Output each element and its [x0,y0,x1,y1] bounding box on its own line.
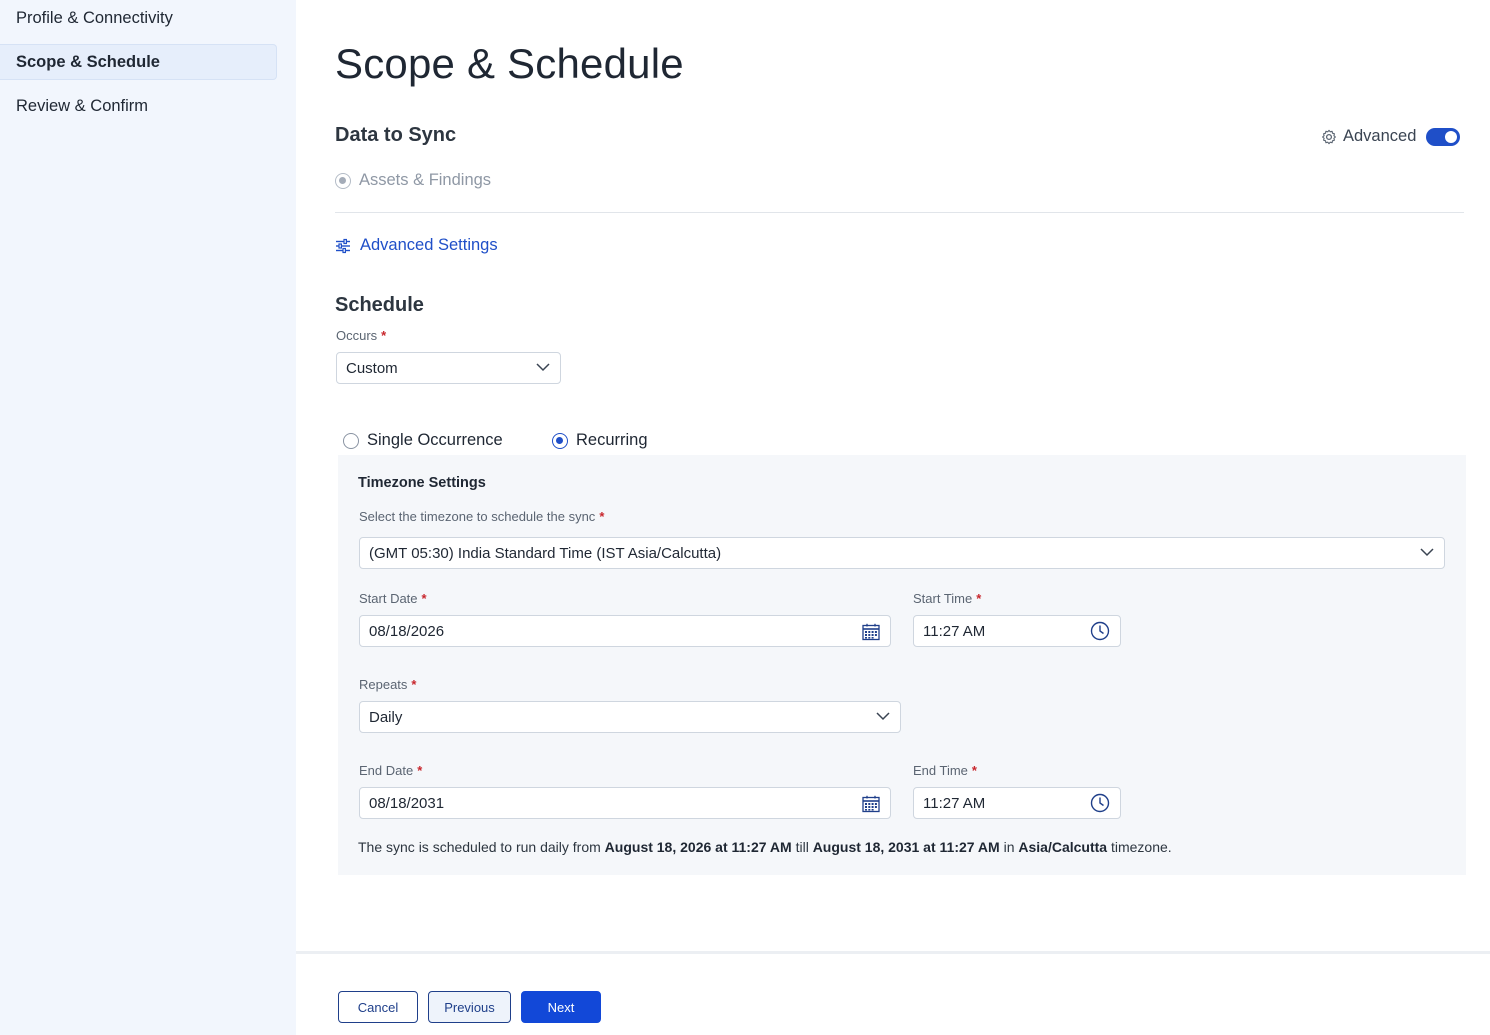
summary-start: August 18, 2026 at 11:27 AM [604,839,792,855]
repeats-label-text: Repeats [359,677,408,692]
occurs-label-text: Occurs [336,328,378,343]
required-marker: * [971,763,977,778]
sidebar-item-profile-connectivity[interactable]: Profile & Connectivity [0,0,277,36]
repeats-value: Daily [369,708,403,726]
occurs-select[interactable]: Custom [336,352,561,384]
advanced-settings-label: Advanced Settings [360,236,498,254]
required-marker: * [976,591,982,606]
summary-prefix: The sync is scheduled to run daily from [358,839,605,855]
calendar-icon[interactable] [862,623,880,641]
end-date-label: End Date * [359,763,422,778]
end-time-value: 11:27 AM [923,794,986,812]
start-time-value: 11:27 AM [923,622,986,640]
chevron-down-icon [876,712,890,721]
main-content: Scope & Schedule Data to Sync Advanced A… [296,0,1490,1035]
start-time-input[interactable]: 11:27 AM [913,615,1121,647]
sliders-icon [336,238,350,253]
start-date-label: Start Date * [359,591,427,606]
cancel-button[interactable]: Cancel [338,991,418,1023]
assets-findings-option[interactable]: Assets & Findings [335,171,491,190]
start-date-label-text: Start Date [359,591,418,606]
required-marker: * [417,763,423,778]
required-marker: * [411,677,417,692]
timezone-select[interactable]: (GMT 05:30) India Standard Time (IST Asi… [359,537,1445,569]
chevron-down-icon [1420,548,1434,557]
sidebar-item-scope-schedule[interactable]: Scope & Schedule [0,44,277,80]
repeats-select[interactable]: Daily [359,701,901,733]
calendar-icon[interactable] [862,795,880,813]
recurring-option[interactable]: Recurring [552,431,648,450]
summary-end: August 18, 2031 at 11:27 AM [812,839,1000,855]
page-title: Scope & Schedule [335,40,684,87]
advanced-toggle[interactable] [1426,128,1460,146]
timezone-settings-panel: Timezone Settings Select the timezone to… [338,455,1466,875]
sidebar-item-label: Profile & Connectivity [16,8,173,27]
timezone-settings-title: Timezone Settings [358,475,486,491]
occurs-label: Occurs * [336,328,386,343]
advanced-label: Advanced [1343,127,1417,145]
summary-mid: till [791,839,813,855]
single-occurrence-option[interactable]: Single Occurrence [343,431,503,450]
required-marker: * [421,591,427,606]
end-date-input[interactable]: 08/18/2031 [359,787,891,819]
advanced-toggle-group: Advanced [1321,127,1416,146]
data-to-sync-title: Data to Sync [335,124,457,146]
end-time-input[interactable]: 11:27 AM [913,787,1121,819]
section-divider [335,212,1464,213]
timezone-value: (GMT 05:30) India Standard Time (IST Asi… [369,544,722,562]
sidebar-item-label: Scope & Schedule [16,52,160,71]
start-date-value: 08/18/2026 [369,622,445,640]
summary-suffix: timezone. [1107,839,1172,855]
end-time-label-text: End Time [913,763,968,778]
schedule-summary: The sync is scheduled to run daily from … [358,839,1172,855]
repeats-label: Repeats * [359,677,416,692]
recurring-radio[interactable] [552,432,568,449]
next-button[interactable]: Next [521,991,601,1023]
assets-findings-label: Assets & Findings [359,171,492,189]
required-marker: * [381,328,387,343]
advanced-settings-link[interactable]: Advanced Settings [335,236,498,255]
summary-timezone: Asia/Calcutta [1018,839,1108,855]
start-date-input[interactable]: 08/18/2026 [359,615,891,647]
single-occurrence-label: Single Occurrence [367,431,503,449]
clock-icon[interactable] [1090,793,1110,813]
clock-icon[interactable] [1090,621,1110,641]
end-date-value: 08/18/2031 [369,794,445,812]
sidebar-item-label: Review & Confirm [16,96,149,115]
schedule-title: Schedule [335,294,424,316]
end-date-label-text: End Date [359,763,414,778]
footer-divider [296,951,1490,954]
timezone-select-label-text: Select the timezone to schedule the sync [359,509,596,524]
single-occurrence-radio[interactable] [343,432,359,449]
recurring-label: Recurring [576,431,648,449]
assets-findings-radio[interactable] [335,172,351,189]
gear-icon [1322,129,1336,144]
summary-mid2: in [999,839,1019,855]
previous-button[interactable]: Previous [428,991,511,1023]
occurs-value: Custom [346,359,398,377]
timezone-select-label: Select the timezone to schedule the sync… [359,509,604,524]
end-time-label: End Time * [913,763,977,778]
wizard-sidebar: Profile & Connectivity Scope & Schedule … [0,0,296,1035]
start-time-label: Start Time * [913,591,981,606]
chevron-down-icon [536,363,550,372]
start-time-label-text: Start Time [913,591,973,606]
required-marker: * [599,509,605,524]
sidebar-item-review-confirm[interactable]: Review & Confirm [0,88,277,124]
